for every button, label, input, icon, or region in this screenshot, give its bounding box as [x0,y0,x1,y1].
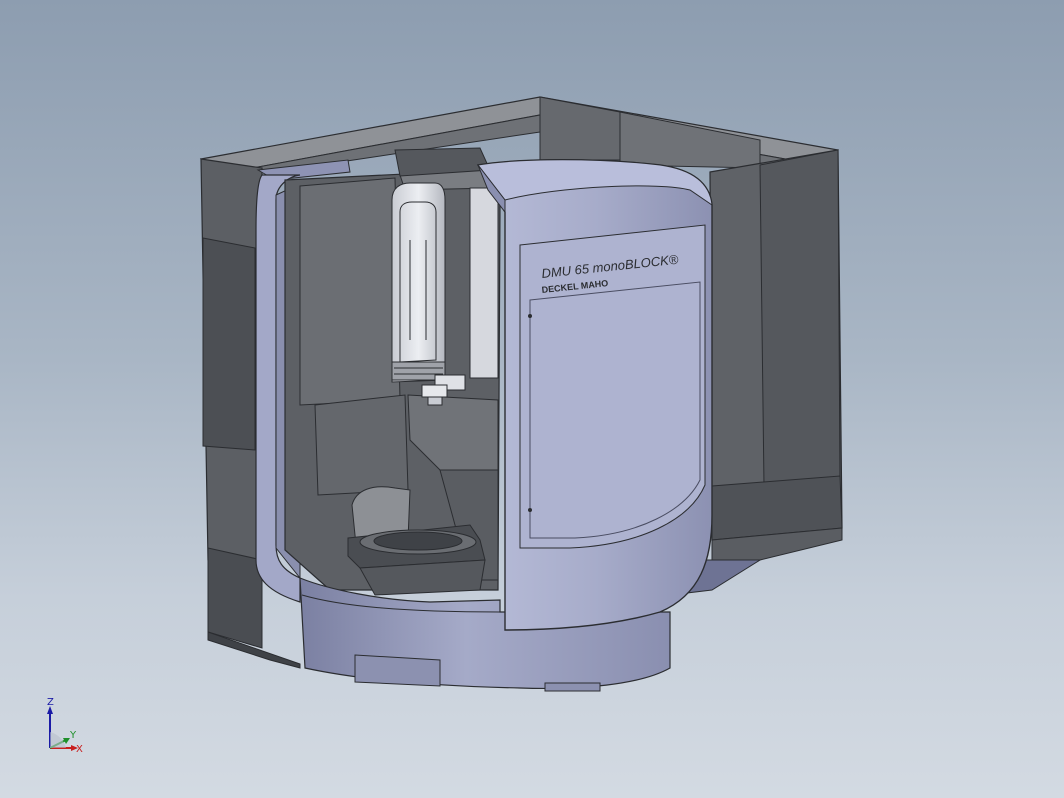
graphics-viewport[interactable]: DMU 65 monoBLOCK® DECKEL MAHO Z Y X [0,0,1064,798]
z-axis-label: Z [47,697,54,708]
spindle-head [391,182,499,406]
axis-triad: Z Y X [47,697,83,755]
front-door[interactable]: DMU 65 monoBLOCK® DECKEL MAHO [476,159,713,631]
machine-model[interactable]: DMU 65 monoBLOCK® DECKEL MAHO [0,0,1064,798]
y-axis-label: Y [69,730,77,741]
x-axis-label: X [76,744,83,755]
